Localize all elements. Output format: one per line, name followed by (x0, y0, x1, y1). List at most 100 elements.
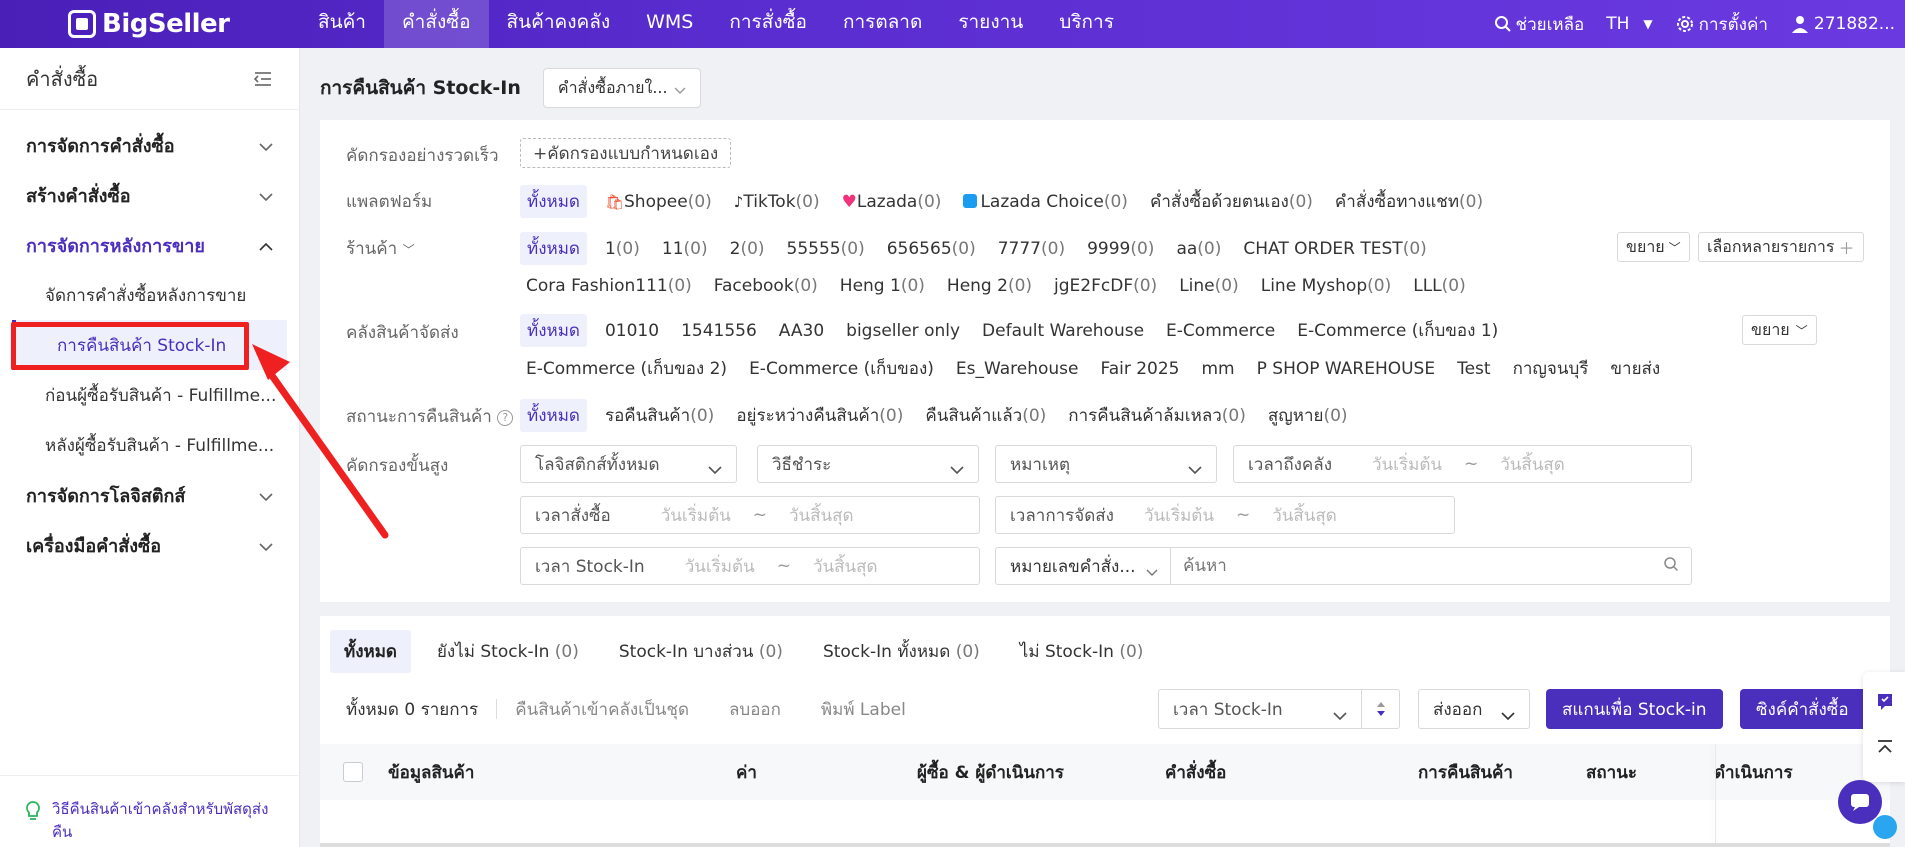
user-menu[interactable]: 271882... (1790, 14, 1895, 34)
store-option[interactable]: 7777(0) (998, 239, 1065, 259)
warehouse-expand-button[interactable]: ขยาย ﹀ (1742, 315, 1817, 345)
payment-select[interactable]: วิธีชำระ (757, 445, 979, 483)
warehouse-option[interactable]: Es_Warehouse (956, 359, 1079, 379)
feedback-icon[interactable] (1875, 692, 1895, 717)
nav-marketing[interactable]: การตลาด (825, 0, 940, 48)
help-link[interactable]: ช่วยเหลือ (1494, 11, 1584, 38)
store-option[interactable]: Heng 1(0) (840, 276, 925, 296)
settings-link[interactable]: การตั้งค่า (1675, 11, 1768, 38)
select-all-checkbox[interactable] (343, 762, 363, 782)
order-time-range[interactable]: เวลาสั่งซื้อ วันเริ่มต้น ~ วันสิ้นสุด (520, 496, 980, 534)
nav-inventory[interactable]: สินค้าคงคลัง (489, 0, 629, 48)
warehouse-option[interactable]: E-Commerce (เก็บของ 1) (1297, 317, 1498, 344)
warehouse-option[interactable]: 1541556 (681, 321, 757, 341)
horizontal-scrollbar[interactable] (320, 843, 1890, 847)
batch-return-button[interactable]: คืนสินค้าเข้าคลังเป็นชุด (515, 696, 689, 723)
platform-shopee[interactable]: 🛍Shopee(0) (605, 192, 712, 212)
tab-not-stocked[interactable]: ยังไม่ Stock-In (0) (423, 630, 593, 673)
platform-all[interactable]: ทั้งหมด (520, 185, 587, 218)
print-label-button[interactable]: พิมพ์ Label (821, 696, 906, 723)
nav-orders[interactable]: คำสั่งซื้อ (383, 0, 489, 48)
sidebar-item-after-sales-manage[interactable]: จัดการคำสั่งซื้อหลังการขาย (0, 270, 299, 320)
warehouse-option[interactable]: ขายส่ง (1610, 355, 1660, 382)
nav-services[interactable]: บริการ (1041, 0, 1132, 48)
tab-partial-stocked[interactable]: Stock-In บางส่วน (0) (605, 630, 797, 673)
warehouse-option[interactable]: P SHOP WAREHOUSE (1257, 359, 1435, 379)
platform-chat[interactable]: คำสั่งซื้อทางแชท(0) (1335, 188, 1483, 215)
warehouse-option[interactable]: Default Warehouse (982, 321, 1144, 341)
store-option[interactable]: Cora Fashion111(0) (526, 276, 692, 296)
platform-tiktok[interactable]: ♪TikTok(0) (734, 192, 820, 212)
platform-manual[interactable]: คำสั่งซื้อด้วยตนเอง(0) (1150, 188, 1313, 215)
status-option[interactable]: การคืนสินค้าล้มเหลว(0) (1068, 402, 1246, 429)
sidebar-item-after-receive[interactable]: หลังผู้ซื้อรับสินค้า - Fulfillme... (0, 420, 299, 470)
reason-select[interactable]: หมาเหตุ (995, 445, 1217, 483)
warehouse-option[interactable]: bigseller only (846, 321, 960, 341)
search-type-select[interactable]: หมายเลขคำสั่ง... (996, 548, 1171, 584)
multi-select-button[interactable]: เลือกหลายรายการ＋ (1698, 232, 1864, 262)
nav-products[interactable]: สินค้า (300, 0, 384, 48)
status-option[interactable]: อยู่ระหว่างคืนสินค้า(0) (736, 402, 903, 429)
store-option[interactable]: 1(0) (605, 239, 640, 259)
warehouse-option[interactable]: E-Commerce (เก็บของ 2) (526, 355, 727, 382)
store-option[interactable]: jgE2FcDF(0) (1054, 276, 1157, 296)
warehouse-option[interactable]: 01010 (605, 321, 659, 341)
status-all[interactable]: ทั้งหมด (520, 399, 587, 432)
sidebar-group-create-order[interactable]: สร้างคำสั่งซื้อ (0, 170, 299, 220)
warehouse-option[interactable]: E-Commerce (เก็บของ) (749, 355, 934, 382)
search-input[interactable] (1171, 549, 1663, 583)
warehouse-option[interactable]: กาญจนบุรี (1513, 355, 1589, 382)
back-to-top-icon[interactable] (1875, 738, 1895, 763)
store-option[interactable]: CHAT ORDER TEST(0) (1243, 239, 1426, 259)
store-option[interactable]: Line Myshop(0) (1261, 276, 1391, 296)
store-label[interactable]: ร้านค้า ﹀ (346, 235, 415, 262)
platform-lazada-choice[interactable]: Lazada Choice(0) (963, 192, 1128, 212)
status-option[interactable]: รอคืนสินค้า(0) (605, 402, 714, 429)
export-dropdown[interactable]: ส่งออก (1418, 689, 1530, 729)
brand-logo[interactable]: BigSeller (0, 9, 300, 39)
tab-no-stock-in[interactable]: ไม่ Stock-In (0) (1006, 630, 1158, 673)
store-option[interactable]: 9999(0) (1087, 239, 1154, 259)
arrive-time-range[interactable]: เวลาถึงคลัง วันเริ่มต้น ~ วันสิ้นสุด (1233, 445, 1692, 483)
scan-stock-in-button[interactable]: สแกนเพื่อ Stock-in (1546, 689, 1723, 729)
sidebar-group-order-tools[interactable]: เครื่องมือคำสั่งซื้อ (0, 520, 299, 570)
store-option[interactable]: 2(0) (730, 239, 765, 259)
nav-wms[interactable]: WMS (628, 0, 711, 48)
platform-lazada[interactable]: ♥Lazada(0) (842, 192, 942, 212)
order-scope-dropdown[interactable]: คำสั่งซื้อภายใ... (542, 68, 701, 108)
sidebar-group-after-sales[interactable]: การจัดการหลังการขาย (0, 220, 299, 270)
warehouse-all[interactable]: ทั้งหมด (520, 314, 587, 347)
warehouse-option[interactable]: E-Commerce (1166, 321, 1275, 341)
sort-select[interactable]: เวลา Stock-In (1158, 689, 1400, 729)
status-option[interactable]: สูญหาย(0) (1268, 402, 1348, 429)
logistics-select[interactable]: โลจิสติกส์ทั้งหมด (520, 445, 737, 483)
store-option[interactable]: Facebook(0) (714, 276, 818, 296)
sync-orders-button[interactable]: ซิงค์คำสั่งซื้อ (1740, 689, 1870, 729)
delete-button[interactable]: ลบออก (729, 696, 781, 723)
store-option[interactable]: aa(0) (1176, 239, 1221, 259)
stockin-time-range[interactable]: เวลา Stock-In วันเริ่มต้น ~ วันสิ้นสุด (520, 547, 980, 585)
sort-order-icon[interactable] (1361, 690, 1399, 728)
collapse-menu-icon[interactable] (253, 70, 273, 88)
store-option[interactable]: 656565(0) (887, 239, 976, 259)
nav-reports[interactable]: รายงาน (940, 0, 1041, 48)
status-option[interactable]: คืนสินค้าแล้ว(0) (925, 402, 1046, 429)
store-option[interactable]: Heng 2(0) (947, 276, 1032, 296)
store-option[interactable]: LLL(0) (1413, 276, 1466, 296)
chat-support-button[interactable] (1838, 780, 1882, 824)
store-option[interactable]: Line(0) (1179, 276, 1239, 296)
language-selector[interactable]: TH ▼ (1606, 14, 1652, 34)
warehouse-option[interactable]: mm (1202, 359, 1235, 379)
store-option[interactable]: 11(0) (662, 239, 708, 259)
support-bot-icon[interactable] (1873, 815, 1897, 839)
warehouse-option[interactable]: Fair 2025 (1100, 359, 1179, 379)
search-icon[interactable] (1663, 556, 1679, 577)
custom-filter-button[interactable]: +คัดกรองแบบกำหนดเอง (520, 138, 732, 168)
sidebar-group-order-management[interactable]: การจัดการคำสั่งซื้อ (0, 120, 299, 170)
ship-time-range[interactable]: เวลาการจัดส่ง วันเริ่มต้น ~ วันสิ้นสุด (995, 496, 1455, 534)
sidebar-help-link[interactable]: วิธีคืนสินค้าเข้าคลังสำหรับพัสดุส่งคืน (0, 775, 300, 847)
nav-purchase[interactable]: การสั่งซื้อ (711, 0, 825, 48)
tab-all-stocked[interactable]: Stock-In ทั้งหมด (0) (809, 630, 994, 673)
store-all[interactable]: ทั้งหมด (520, 232, 587, 265)
tab-all[interactable]: ทั้งหมด (330, 630, 411, 673)
